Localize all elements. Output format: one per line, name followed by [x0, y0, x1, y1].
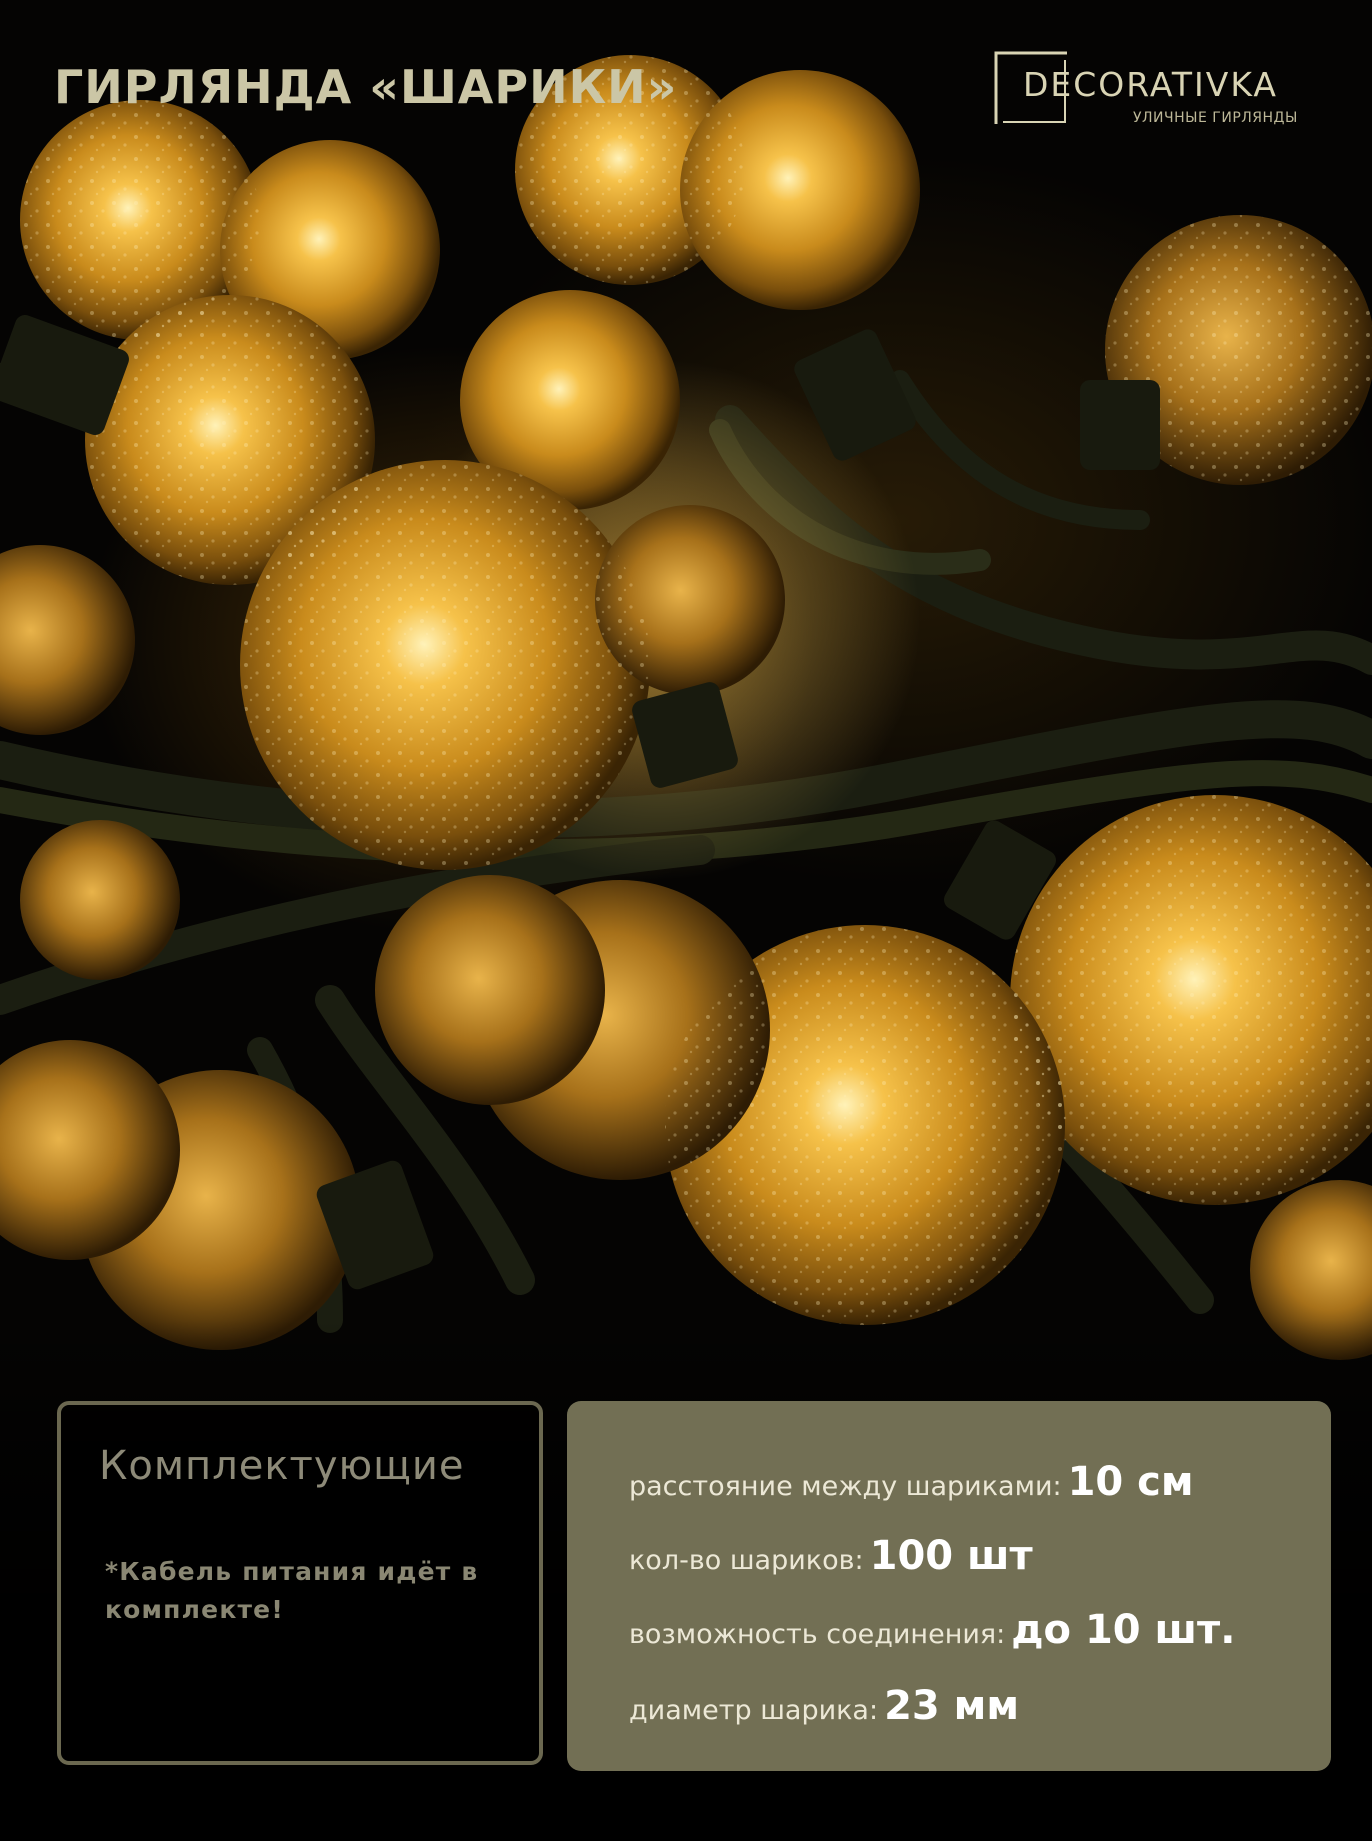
- spec-row-spacing: расстояние между шариками: 10 см: [629, 1459, 1194, 1505]
- spec-value: 10 см: [1067, 1459, 1194, 1505]
- spec-label: кол-во шариков:: [629, 1545, 864, 1576]
- kit-panel: Комплектующие *Кабель питания идёт в ком…: [57, 1401, 543, 1765]
- spec-label: диаметр шарика:: [629, 1695, 879, 1726]
- specs-panel: расстояние между шариками: 10 см кол-во ш…: [567, 1401, 1331, 1771]
- kit-title: Комплектующие: [99, 1443, 465, 1489]
- page-title: ГИРЛЯНДА «ШАРИКИ»: [54, 60, 678, 114]
- logo-tagline: УЛИЧНЫЕ ГИРЛЯНДЫ: [1133, 110, 1298, 126]
- kit-note: *Кабель питания идёт в комплекте!: [105, 1557, 479, 1624]
- spec-value: 23 мм: [884, 1683, 1020, 1729]
- spec-label: расстояние между шариками:: [629, 1471, 1062, 1502]
- spec-value: до 10 шт.: [1011, 1607, 1236, 1653]
- spec-label: возможность соединения:: [629, 1619, 1006, 1650]
- spec-value: 100 шт: [869, 1533, 1033, 1579]
- spec-row-connection: возможность соединения: до 10 шт.: [629, 1607, 1235, 1653]
- spec-row-diameter: диаметр шарика: 23 мм: [629, 1683, 1019, 1729]
- brand-logo: DECORATIVKA УЛИЧНЫЕ ГИРЛЯНДЫ: [993, 50, 1323, 130]
- logo-name: DECORATIVKA: [1023, 65, 1278, 104]
- product-card: ГИРЛЯНДА «ШАРИКИ» DECORATIVKA УЛИЧНЫЕ ГИ…: [0, 0, 1372, 1841]
- spec-row-count: кол-во шариков: 100 шт: [629, 1533, 1033, 1579]
